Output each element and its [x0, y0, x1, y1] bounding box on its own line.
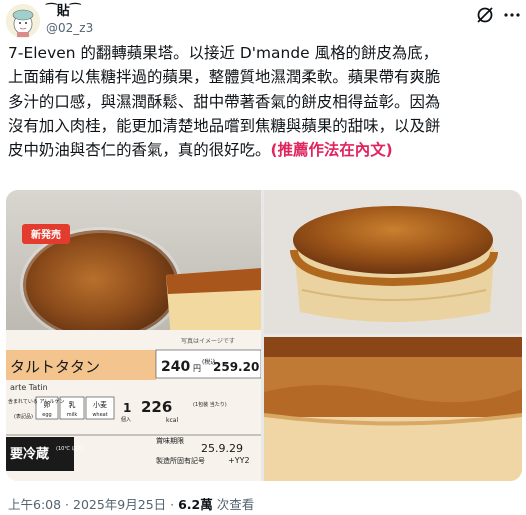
post-line: 7-Eleven 的翻轉蘋果塔。以接近 D'mande 風格的餅皮為底， [8, 44, 439, 62]
allergen-milk: 乳 [69, 400, 76, 409]
kcal-unit: kcal [166, 417, 178, 424]
view-label: 次查看 [212, 497, 255, 512]
refrigerate-temp: (10℃ 以下) [56, 446, 84, 452]
allergen-wheat: 小麦 [93, 400, 107, 409]
meta-separator: · [166, 497, 179, 512]
product-package-photo[interactable]: 新発売 写真はイメージです タルトタタン arte Tatin 240 円 (税… [6, 190, 261, 481]
post-meta: 上午6:08 · 2025年9月25日 · 6.2萬 次查看 [8, 497, 254, 513]
piece-count-unit: 個入 [121, 416, 131, 423]
allergen-label: 含まれている アレルゲン [8, 398, 64, 405]
cartoon-avatar-icon [6, 4, 40, 38]
post-line: 上面鋪有以焦糖拌過的蘋果，整體質地濕潤柔軟。蘋果帶有爽脆 [8, 68, 441, 87]
recipe-link[interactable]: (推薦作法在內文) [271, 141, 393, 159]
allergen-egg: 卵 [44, 400, 51, 409]
piece-count: 1 [123, 401, 131, 415]
new-release-badge: 新発売 [31, 228, 61, 241]
post-line: 多汁的口感，與濕潤酥鬆、甜中帶著香氣的餅皮相得益彰。因為 [8, 92, 441, 111]
expiry-label: 賞味期限 [156, 436, 184, 445]
post-date[interactable]: 2025年9月25日 [73, 497, 166, 512]
tart-cross-section-photo[interactable] [264, 337, 522, 481]
post-time[interactable]: 上午6:08 [8, 497, 61, 512]
meta-separator: · [61, 497, 73, 512]
allergen-milk-en: milk [67, 412, 78, 418]
more-options-icon[interactable] [502, 5, 522, 25]
post-line: 沒有加入肉桂，能更加清楚地品嚐到焦糖與蘋果的甜味，以及餅 [8, 116, 441, 135]
allergen-egg-en: egg [42, 412, 51, 418]
kcal: 226 [141, 398, 172, 416]
media-grid: 新発売 写真はイメージです タルトタタン arte Tatin 240 円 (税… [6, 190, 522, 481]
product-name-jp: タルトタタン [10, 358, 100, 376]
post-line: 皮中奶油與杏仁的香氣，真的很好吃。(推薦作法在內文) [8, 138, 522, 162]
grok-icon[interactable] [475, 5, 495, 25]
post-header: ⁀貼⁀ @02_z3 [0, 0, 526, 40]
photo-note: 写真はイメージです [181, 337, 235, 345]
allergen-wheat-en: wheat [92, 412, 107, 418]
tart-whole-photo[interactable] [264, 190, 522, 334]
post-body: 7-Eleven 的翻轉蘋果塔。以接近 D'mande 風格的餅皮為底， 上面鋪… [8, 41, 522, 162]
price: 240 [161, 359, 190, 375]
price-taxed: 259.20 [213, 360, 259, 374]
allergen-sub: (表記品) [14, 413, 33, 420]
maker-label: 製造所固有記号 [156, 456, 205, 465]
expiry-date: 25.9.29 [201, 442, 243, 455]
kcal-note: (1包装 当たり) [193, 401, 227, 408]
user-handle[interactable]: @02_z3 [46, 21, 93, 35]
product-name-fr: arte Tatin [10, 383, 48, 392]
avatar[interactable] [6, 4, 40, 38]
maker-code: +YY2 [228, 456, 250, 465]
view-count: 6.2萬 [178, 497, 213, 512]
price-unit: 円 [193, 364, 201, 373]
refrigerate-label: 要冷蔵 [10, 446, 49, 462]
display-name[interactable]: ⁀貼⁀ [46, 4, 81, 20]
post-line-text: 皮中奶油與杏仁的香氣，真的很好吃。 [8, 141, 271, 160]
